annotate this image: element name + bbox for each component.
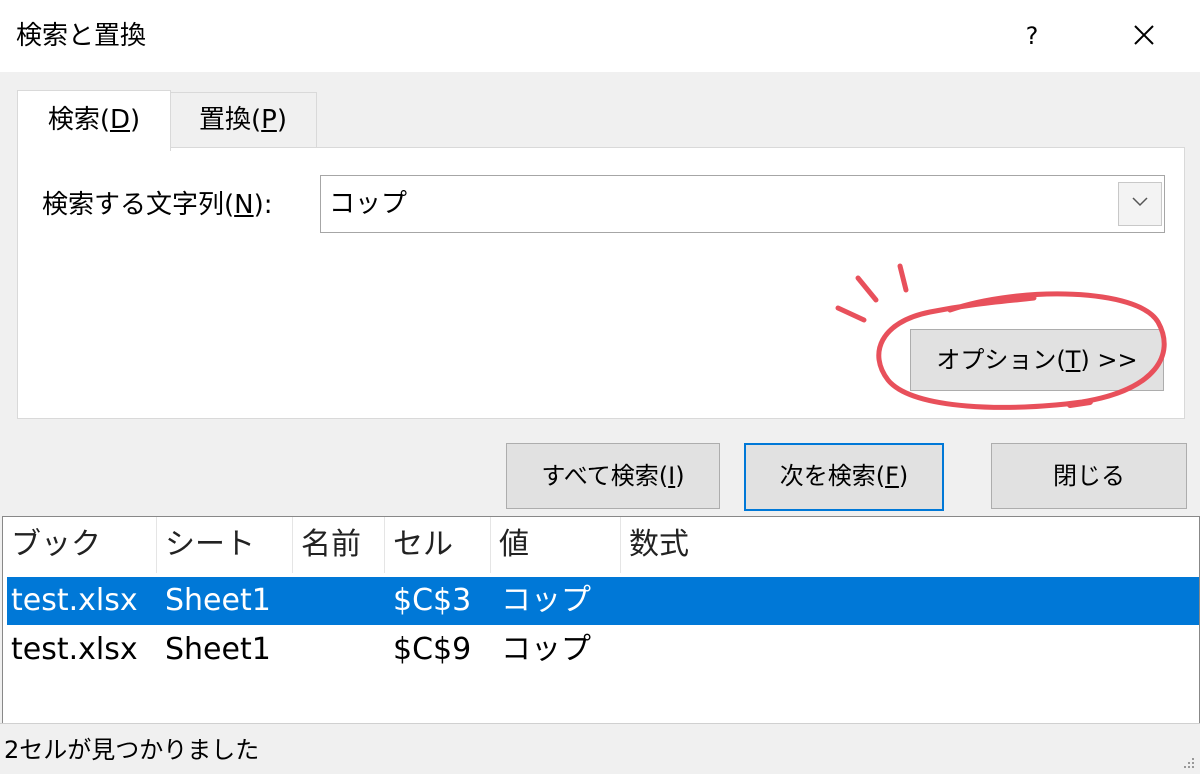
- column-header-cell[interactable]: セル: [385, 517, 491, 573]
- result-book: test.xlsx: [11, 583, 138, 618]
- chevron-down-icon: [1132, 197, 1148, 207]
- tab-search-label: 検索(D): [47, 105, 141, 135]
- status-text: 2セルが見つかりました: [4, 736, 260, 764]
- options-button[interactable]: オプション(T) >>: [910, 329, 1164, 391]
- tab-replace-label: 置換(P): [199, 105, 287, 135]
- result-sheet: Sheet1: [165, 632, 271, 667]
- column-header-formula[interactable]: 数式: [621, 517, 761, 573]
- result-row[interactable]: test.xlsx Sheet1 $C$3 コップ: [7, 577, 1199, 625]
- column-header-value[interactable]: 値: [491, 517, 621, 573]
- find-what-label: 検索する文字列(N):: [42, 190, 273, 220]
- result-book: test.xlsx: [11, 632, 138, 667]
- status-bar: 2セルが見つかりました: [0, 723, 1200, 774]
- find-replace-dialog: 検索と置換 ? 検索(D) 置換(P) 検索する文字列(N): オプション(T)…: [0, 0, 1200, 774]
- tab-search[interactable]: 検索(D): [17, 90, 171, 151]
- search-tab-panel: 検索する文字列(N): オプション(T) >>: [17, 147, 1185, 419]
- tab-replace[interactable]: 置換(P): [169, 92, 317, 148]
- result-row[interactable]: test.xlsx Sheet1 $C$9 コップ: [7, 626, 1199, 674]
- close-icon: [1134, 25, 1154, 45]
- find-dropdown-button[interactable]: [1118, 182, 1162, 226]
- close-button[interactable]: 閉じる: [991, 443, 1187, 509]
- close-window-button[interactable]: [1120, 14, 1168, 58]
- find-all-button[interactable]: すべて検索(I): [506, 443, 720, 509]
- result-cell: $C$9: [393, 632, 472, 667]
- resize-grip-icon[interactable]: [1180, 754, 1196, 770]
- help-button[interactable]: ?: [1008, 14, 1056, 58]
- window-title: 検索と置換: [16, 21, 147, 51]
- column-header-book[interactable]: ブック: [3, 517, 157, 573]
- result-cell: $C$3: [393, 583, 472, 618]
- result-value: コップ: [501, 583, 591, 618]
- result-value: コップ: [501, 632, 591, 667]
- find-what-combobox[interactable]: [320, 175, 1165, 233]
- find-next-button[interactable]: 次を検索(F): [744, 443, 944, 511]
- results-list[interactable]: ブック シート 名前 セル 値 数式 test.xlsx Sheet1 $C$3…: [2, 516, 1200, 724]
- column-header-name[interactable]: 名前: [293, 517, 385, 573]
- find-what-input[interactable]: [321, 176, 1119, 232]
- results-header: ブック シート 名前 セル 値 数式: [3, 517, 1199, 573]
- title-bar: 検索と置換 ?: [0, 0, 1200, 72]
- result-sheet: Sheet1: [165, 583, 271, 618]
- column-header-sheet[interactable]: シート: [157, 517, 293, 573]
